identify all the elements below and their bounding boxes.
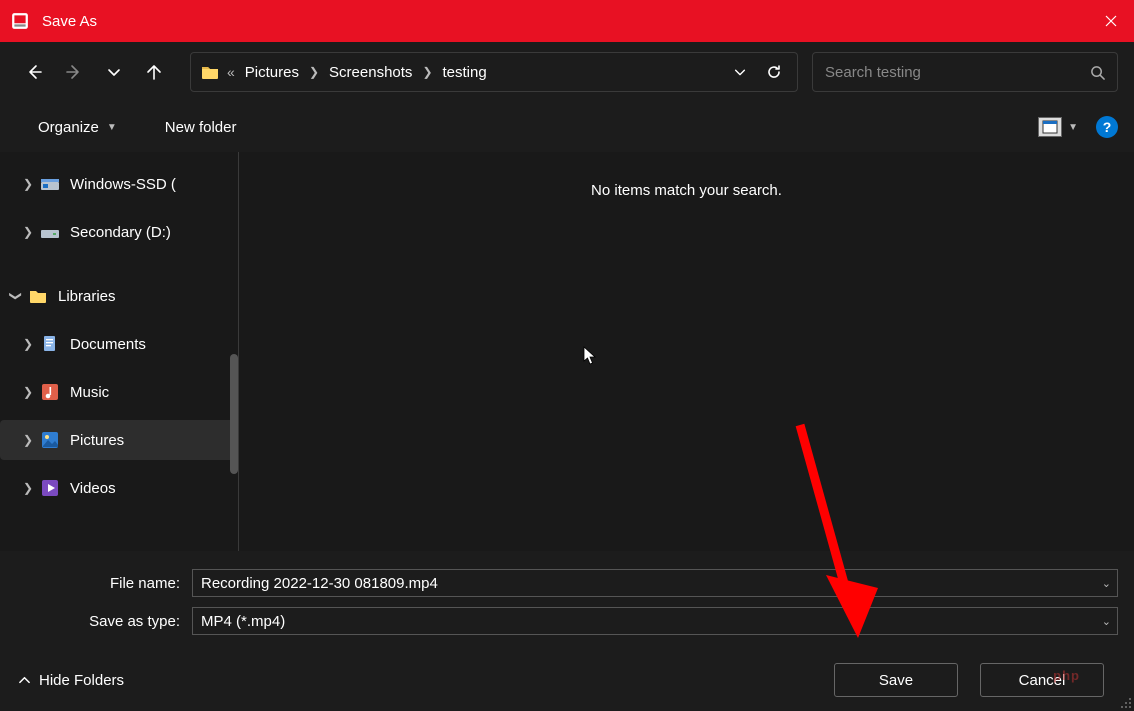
organize-button[interactable]: Organize ▼ xyxy=(30,113,125,142)
caret-down-icon: ▼ xyxy=(1068,122,1078,133)
chevron-down-icon[interactable]: ⌄ xyxy=(1102,577,1111,590)
chevron-right-icon: ❯ xyxy=(309,65,319,79)
refresh-button[interactable] xyxy=(757,55,791,89)
forward-button[interactable] xyxy=(56,54,92,90)
save-as-dialog: Save As « Pictures ❯ Screenshots ❯ testi… xyxy=(0,0,1134,711)
drive-icon xyxy=(40,222,60,242)
help-button[interactable]: ? xyxy=(1096,116,1118,138)
chevron-right-icon: ❯ xyxy=(422,65,432,79)
tree-item-label: Videos xyxy=(70,480,116,497)
chevron-right-icon[interactable]: ❯ xyxy=(20,225,36,239)
file-list[interactable]: No items match your search. xyxy=(239,152,1134,551)
view-button[interactable]: ▼ xyxy=(1038,117,1078,137)
folder-icon xyxy=(201,64,219,80)
filetype-field[interactable]: MP4 (*.mp4) ⌄ xyxy=(192,607,1118,635)
watermark: php xyxy=(1053,668,1080,683)
recent-locations-button[interactable] xyxy=(96,54,132,90)
empty-message: No items match your search. xyxy=(591,182,782,551)
chevron-right-icon[interactable]: ❯ xyxy=(20,481,36,495)
breadcrumb-screenshots[interactable]: Screenshots xyxy=(325,64,416,81)
tree-item-music[interactable]: ❯ Music xyxy=(0,372,238,412)
tree-item-label: Windows-SSD ( xyxy=(70,176,176,193)
address-bar[interactable]: « Pictures ❯ Screenshots ❯ testing xyxy=(190,52,798,92)
tree-item-pictures[interactable]: ❯ Pictures xyxy=(0,420,238,460)
filename-label: File name: xyxy=(16,575,192,592)
pictures-icon xyxy=(40,430,60,450)
breadcrumb-overflow-icon[interactable]: « xyxy=(227,64,235,80)
hide-folders-button[interactable]: Hide Folders xyxy=(18,672,124,689)
tree-item-windows-ssd[interactable]: ❯ Windows-SSD ( xyxy=(0,164,238,204)
hide-folders-label: Hide Folders xyxy=(39,672,124,689)
view-icon xyxy=(1038,117,1062,137)
mouse-cursor-icon xyxy=(583,346,597,366)
tree-item-label: Libraries xyxy=(58,288,116,305)
titlebar: Save As xyxy=(0,0,1134,42)
chevron-right-icon[interactable]: ❯ xyxy=(20,433,36,447)
tree-item-videos[interactable]: ❯ Videos xyxy=(0,468,238,508)
scrollbar-thumb[interactable] xyxy=(230,354,238,474)
close-icon xyxy=(1105,15,1117,27)
form-area: File name: Recording 2022-12-30 081809.m… xyxy=(0,551,1134,649)
chevron-right-icon[interactable]: ❯ xyxy=(20,337,36,351)
filename-field[interactable]: Recording 2022-12-30 081809.mp4 ⌄ xyxy=(192,569,1118,597)
arrow-up-icon xyxy=(146,64,162,80)
tree-item-label: Pictures xyxy=(70,432,124,449)
caret-down-icon: ▼ xyxy=(107,122,117,133)
videos-icon xyxy=(40,478,60,498)
up-button[interactable] xyxy=(136,54,172,90)
chevron-right-icon[interactable]: ❯ xyxy=(20,177,36,191)
resize-grip-icon[interactable] xyxy=(1118,695,1132,709)
search-icon xyxy=(1090,65,1105,80)
tree-item-libraries[interactable]: ❯ Libraries xyxy=(0,276,238,316)
chevron-down-icon[interactable]: ⌄ xyxy=(1102,615,1111,628)
new-folder-label: New folder xyxy=(165,119,237,136)
search-box[interactable] xyxy=(812,52,1118,92)
navigation-tree[interactable]: ❯ Windows-SSD ( ❯ Secondary (D:) ❯ Libra… xyxy=(0,152,238,551)
filetype-value: MP4 (*.mp4) xyxy=(201,613,285,630)
chevron-right-icon[interactable]: ❯ xyxy=(20,385,36,399)
dialog-body: ❯ Windows-SSD ( ❯ Secondary (D:) ❯ Libra… xyxy=(0,152,1134,551)
toolbar: Organize ▼ New folder ▼ ? xyxy=(0,102,1134,152)
documents-icon xyxy=(40,334,60,354)
cancel-button[interactable]: Cancel xyxy=(980,663,1104,697)
tree-item-secondary[interactable]: ❯ Secondary (D:) xyxy=(0,212,238,252)
breadcrumb-pictures[interactable]: Pictures xyxy=(241,64,303,81)
breadcrumb-testing[interactable]: testing xyxy=(439,64,491,81)
filetype-label: Save as type: xyxy=(16,613,192,630)
organize-label: Organize xyxy=(38,119,99,136)
folder-icon xyxy=(28,286,48,306)
chevron-down-icon xyxy=(733,65,747,79)
drive-icon xyxy=(40,174,60,194)
chevron-up-icon xyxy=(18,674,31,687)
refresh-icon xyxy=(766,64,782,80)
address-dropdown-button[interactable] xyxy=(723,55,757,89)
back-button[interactable] xyxy=(16,54,52,90)
chevron-down-icon xyxy=(106,64,122,80)
tree-item-documents[interactable]: ❯ Documents xyxy=(0,324,238,364)
chevron-down-icon[interactable]: ❯ xyxy=(9,288,23,304)
save-button[interactable]: Save xyxy=(834,663,958,697)
tree-item-label: Secondary (D:) xyxy=(70,224,171,241)
arrow-left-icon xyxy=(26,64,42,80)
button-row: Hide Folders Save Cancel xyxy=(0,649,1134,711)
tree-item-label: Music xyxy=(70,384,109,401)
new-folder-button[interactable]: New folder xyxy=(157,113,245,142)
app-icon xyxy=(11,12,29,30)
window-title: Save As xyxy=(42,13,97,30)
close-button[interactable] xyxy=(1088,0,1134,42)
filename-value: Recording 2022-12-30 081809.mp4 xyxy=(201,575,438,592)
navigation-bar: « Pictures ❯ Screenshots ❯ testing xyxy=(0,42,1134,102)
tree-item-label: Documents xyxy=(70,336,146,353)
music-icon xyxy=(40,382,60,402)
arrow-right-icon xyxy=(66,64,82,80)
search-input[interactable] xyxy=(825,64,1090,81)
